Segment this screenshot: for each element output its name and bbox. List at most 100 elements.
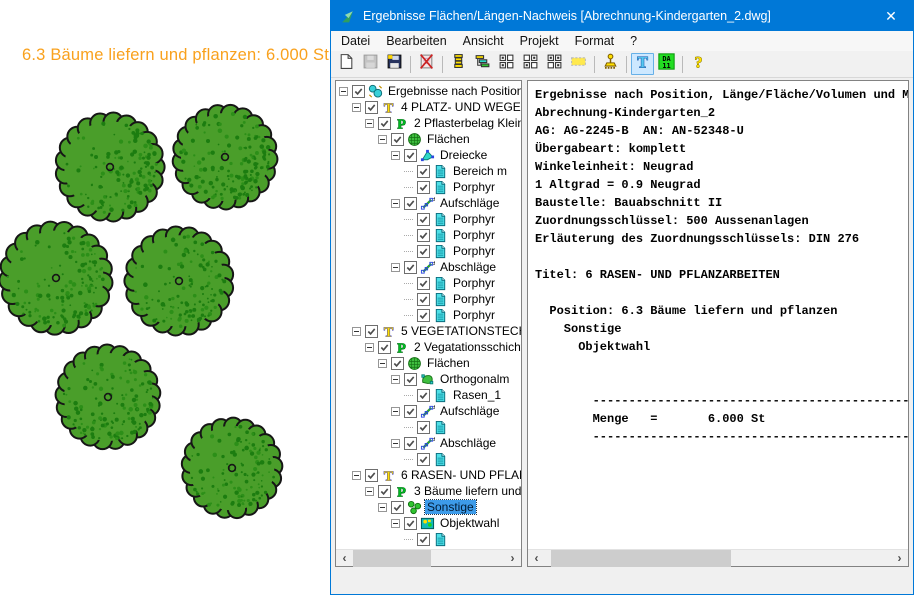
menu-item-projekt[interactable]: Projekt <box>512 31 567 51</box>
tree-item[interactable]: Porphyr <box>404 291 521 307</box>
menu-item-ansicht[interactable]: Ansicht <box>455 31 512 51</box>
tree-item[interactable]: Porphyr <box>404 179 521 195</box>
menu-item-datei[interactable]: Datei <box>333 31 378 51</box>
output-horizontal-scrollbar[interactable]: ‹› <box>528 549 908 566</box>
scroll-thumb[interactable] <box>353 550 431 567</box>
scroll-right-arrow[interactable]: › <box>891 550 908 567</box>
menu-item-help[interactable]: ? <box>622 31 645 51</box>
tree-item-checkbox[interactable] <box>352 85 365 98</box>
new-file-button[interactable] <box>335 53 358 75</box>
tree-symbol[interactable] <box>56 113 165 222</box>
collapse-toggle[interactable] <box>352 103 361 112</box>
tree-item-checkbox[interactable] <box>417 533 430 546</box>
collapse-toggle[interactable] <box>365 119 374 128</box>
tree-item[interactable]: Objektwahl <box>391 515 521 531</box>
tree-item[interactable]: ±Abschläge <box>391 259 521 275</box>
tree-item[interactable]: T6 RASEN- UND PFLANZ <box>352 467 521 483</box>
select-grid-2-button[interactable] <box>519 53 542 75</box>
tree-item-checkbox[interactable] <box>391 133 404 146</box>
tree-item[interactable]: Dreiecke <box>391 147 521 163</box>
tree-item[interactable]: Flächen <box>378 355 521 371</box>
list-cascade-button[interactable] <box>471 53 494 75</box>
scroll-left-arrow[interactable]: ‹ <box>528 550 545 567</box>
tree-item-checkbox[interactable] <box>404 517 417 530</box>
tree-item-checkbox[interactable] <box>417 389 430 402</box>
tree-item[interactable]: T5 VEGETATIONSTECHN <box>352 323 521 339</box>
tree-item[interactable]: ±Aufschläge <box>391 195 521 211</box>
select-grid-3-button[interactable] <box>543 53 566 75</box>
tree-item-checkbox[interactable] <box>417 293 430 306</box>
tree-item[interactable]: Porphyr <box>404 243 521 259</box>
tree-item-checkbox[interactable] <box>417 453 430 466</box>
collapse-toggle[interactable] <box>365 487 374 496</box>
tree-item[interactable]: P2 Vegatationsschicht <box>365 339 521 355</box>
tree-item[interactable]: ±Abschläge <box>391 435 521 451</box>
tree-item-checkbox[interactable] <box>417 421 430 434</box>
tree-item[interactable]: Flächen <box>378 131 521 147</box>
save-button[interactable] <box>359 53 382 75</box>
tree-item-checkbox[interactable] <box>378 117 391 130</box>
tree-item-checkbox[interactable] <box>391 357 404 370</box>
drawing-area[interactable]: 6.3 Bäume liefern und pflanzen: 6.000 St <box>0 0 330 595</box>
collapse-toggle[interactable] <box>378 503 387 512</box>
tree-symbol[interactable] <box>56 345 161 450</box>
tree-item[interactable]: Porphyr <box>404 275 521 291</box>
scroll-right-arrow[interactable]: › <box>504 550 521 567</box>
tree-item-checkbox[interactable] <box>417 245 430 258</box>
collapse-toggle[interactable] <box>391 151 400 160</box>
tree-item[interactable] <box>404 531 521 547</box>
tree-item-checkbox[interactable] <box>417 165 430 178</box>
tree-item-checkbox[interactable] <box>417 309 430 322</box>
collapse-toggle[interactable] <box>352 327 361 336</box>
tree-item[interactable]: Bereich m <box>404 163 521 179</box>
tree-item-checkbox[interactable] <box>404 373 417 386</box>
collapse-toggle[interactable] <box>352 471 361 480</box>
output-text-panel[interactable]: Ergebnisse nach Position, Länge/Fläche/V… <box>527 80 909 567</box>
tree-item-checkbox[interactable] <box>417 277 430 290</box>
collapse-toggle[interactable] <box>378 135 387 144</box>
plot-output-button[interactable] <box>599 53 622 75</box>
collapse-toggle[interactable] <box>391 263 400 272</box>
collapse-toggle[interactable] <box>339 87 348 96</box>
titlebar[interactable]: Ergebnisse Flächen/Längen-Nachweis [Abre… <box>331 1 913 31</box>
tree-item[interactable]: T4 PLATZ- UND WEGEBA <box>352 99 521 115</box>
tree-item-checkbox[interactable] <box>365 469 378 482</box>
tree-item[interactable]: Porphyr <box>404 227 521 243</box>
menu-item-format[interactable]: Format <box>567 31 623 51</box>
results-tree[interactable]: Ergebnisse nach Position, LäT4 PLATZ- UN… <box>336 81 521 549</box>
tree-item[interactable]: Porphyr <box>404 307 521 323</box>
tree-item[interactable]: ±Aufschläge <box>391 403 521 419</box>
tree-item[interactable]: Ergebnisse nach Position, Lä <box>339 83 521 99</box>
tree-item[interactable] <box>404 451 521 467</box>
tree-item-checkbox[interactable] <box>365 101 378 114</box>
tree-item-checkbox[interactable] <box>417 213 430 226</box>
tree-item[interactable]: P2 Pflasterbelag Kleinp <box>365 115 521 131</box>
scroll-left-arrow[interactable]: ‹ <box>336 550 353 567</box>
collapse-toggle[interactable] <box>391 375 400 384</box>
tree-item[interactable]: Sonstige <box>378 499 521 515</box>
scroll-thumb[interactable] <box>551 550 731 567</box>
da11-view-button[interactable]: DA11 <box>655 53 678 75</box>
tree-item-checkbox[interactable] <box>391 501 404 514</box>
help-button[interactable]: ? <box>687 53 710 75</box>
highlight-marker-button[interactable] <box>567 53 590 75</box>
tree-symbol[interactable] <box>0 222 112 335</box>
tree-item[interactable]: Porphyr <box>404 211 521 227</box>
tree-item-checkbox[interactable] <box>378 341 391 354</box>
close-button[interactable]: ✕ <box>869 1 913 31</box>
collapse-toggle[interactable] <box>391 519 400 528</box>
tree-item-checkbox[interactable] <box>378 485 391 498</box>
save-as-button[interactable] <box>383 53 406 75</box>
tree-symbol[interactable] <box>182 418 283 518</box>
tree-horizontal-scrollbar[interactable]: ‹› <box>336 549 521 566</box>
drawing-canvas[interactable] <box>0 0 330 595</box>
collapse-toggle[interactable] <box>378 359 387 368</box>
delete-result-button[interactable] <box>415 53 438 75</box>
collapse-toggle[interactable] <box>391 407 400 416</box>
tree-item[interactable]: Rasen_1 <box>404 387 521 403</box>
tree-item-checkbox[interactable] <box>417 181 430 194</box>
tree-item-checkbox[interactable] <box>404 261 417 274</box>
tree-item[interactable]: P3 Bäume liefern und p <box>365 483 521 499</box>
collapse-toggle[interactable] <box>365 343 374 352</box>
list-structure-button[interactable] <box>447 53 470 75</box>
